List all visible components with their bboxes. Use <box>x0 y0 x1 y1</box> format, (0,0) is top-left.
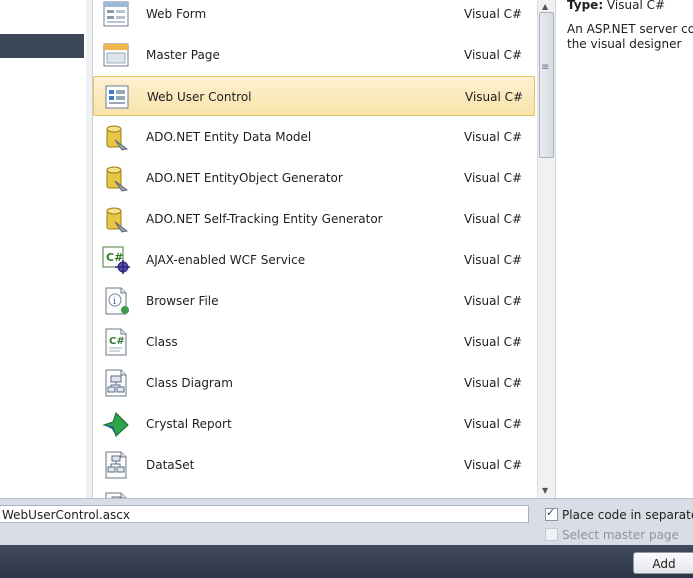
template-item[interactable]: Crystal Report Visual C# <box>93 404 535 444</box>
description-line: the visual designer <box>567 37 682 51</box>
description-line: An ASP.NET server contr <box>567 22 693 36</box>
template-language: Visual C# <box>464 458 523 472</box>
template-language: Visual C# <box>464 294 523 308</box>
master-page-checkbox[interactable] <box>545 528 558 541</box>
svg-text:i: i <box>113 297 116 307</box>
dataset-icon <box>101 450 131 480</box>
master-page-label: Select master page <box>562 528 679 542</box>
list-scrollbar[interactable]: ▲ ≡ ▼ <box>537 0 555 498</box>
template-item[interactable]: Class Diagram Visual C# <box>93 363 535 403</box>
template-item[interactable]: ADO.NET Entity Data Model Visual C# <box>93 117 535 157</box>
template-name: Web Form <box>146 7 207 21</box>
self-tracking-generator-icon <box>101 204 131 234</box>
scroll-up-arrow-icon[interactable]: ▲ <box>542 2 548 11</box>
template-language: Visual C# <box>464 130 523 144</box>
template-name: Crystal Report <box>146 417 232 431</box>
crystal-report-icon <box>101 409 131 439</box>
svg-text:C#: C# <box>109 336 125 347</box>
wcf-service-icon: C# <box>101 245 131 275</box>
template-item[interactable]: Master Page Visual C# <box>93 35 535 75</box>
template-language: Visual C# <box>464 253 523 267</box>
template-item[interactable]: ADO.NET Self-Tracking Entity Generator Vi… <box>93 199 535 239</box>
dialog-footer: Add <box>0 545 693 578</box>
template-list: Web Form Visual C# Master Page Visual C# Web… <box>93 0 537 498</box>
template-name: ADO.NET Self-Tracking Entity Generator <box>146 212 383 226</box>
dataset-icon <box>101 491 131 498</box>
template-name: ADO.NET Entity Data Model <box>146 130 312 144</box>
template-language: Visual C# <box>464 171 523 185</box>
class-icon: C# <box>101 327 131 357</box>
template-language: Visual C# <box>464 417 523 431</box>
type-value: Visual C# <box>606 0 666 12</box>
entity-data-model-icon <box>101 122 131 152</box>
pane-splitter[interactable] <box>86 0 93 498</box>
web-user-control-icon <box>102 82 132 112</box>
details-pane: Type: Visual C# An ASP.NET server contr … <box>555 0 693 498</box>
master-page-icon <box>101 40 131 70</box>
template-name: Web User Control <box>147 90 252 104</box>
separate-file-checkbox[interactable] <box>545 506 558 521</box>
template-name: Master Page <box>146 48 220 62</box>
web-form-icon <box>101 0 131 29</box>
file-name-input[interactable]: WebUserControl.ascx <box>0 505 529 523</box>
template-language: Visual C# <box>464 7 523 21</box>
browser-file-icon: i <box>101 286 131 316</box>
template-item[interactable]: ADO.NET EntityObject Generator Visual C# <box>93 158 535 198</box>
template-name: Class <box>146 335 178 349</box>
template-language: Visual C# <box>464 48 523 62</box>
scrollbar-grip-icon: ≡ <box>541 62 550 73</box>
template-name: Browser File <box>146 294 219 308</box>
template-item[interactable]: DataSet Visual C# <box>93 445 535 485</box>
template-name: DataSet <box>146 458 195 472</box>
template-language: Visual C# <box>465 90 524 104</box>
template-language: Visual C# <box>464 376 523 390</box>
add-button[interactable]: Add <box>633 552 693 574</box>
template-description: An ASP.NET server contr the visual desig… <box>567 22 693 52</box>
type-label: Type: <box>567 0 604 12</box>
class-diagram-icon <box>101 368 131 398</box>
selected-category[interactable] <box>0 34 84 58</box>
template-name: Class Diagram <box>146 376 233 390</box>
template-item[interactable]: C# AJAX-enabled WCF Service Visual C# <box>93 240 535 280</box>
template-name: ADO.NET EntityObject Generator <box>146 171 343 185</box>
options-bar: WebUserControl.ascx Place code in separa… <box>0 498 693 546</box>
category-pane <box>0 0 87 498</box>
entity-generator-icon <box>101 163 131 193</box>
template-item[interactable]: Web User Control Visual C# <box>93 76 535 116</box>
scrollbar-thumb[interactable] <box>539 12 554 158</box>
type-line: Type: Visual C# <box>567 0 665 12</box>
template-item[interactable]: C# Class Visual C# <box>93 322 535 362</box>
template-name: AJAX-enabled WCF Service <box>146 253 306 267</box>
template-language: Visual C# <box>464 335 523 349</box>
template-item[interactable]: Web Form Visual C# <box>93 0 535 34</box>
separate-file-label: Place code in separate fil <box>562 508 693 522</box>
scroll-down-arrow-icon[interactable]: ▼ <box>542 486 548 495</box>
template-item[interactable] <box>93 486 535 498</box>
template-item[interactable]: i Browser File Visual C# <box>93 281 535 321</box>
template-language: Visual C# <box>464 212 523 226</box>
